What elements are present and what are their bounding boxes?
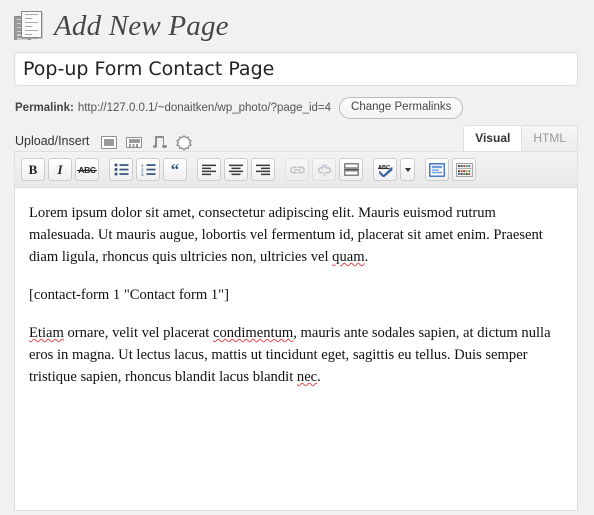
link-icon [289, 166, 305, 173]
tab-visual[interactable]: Visual [463, 125, 523, 151]
insert-link-button[interactable] [285, 158, 309, 181]
paragraph-3-text-d: . [317, 369, 321, 385]
misspelled-word-etiam: Etiam [29, 325, 64, 341]
unlink-icon [317, 163, 331, 176]
svg-text:3: 3 [141, 172, 144, 176]
svg-text:ABC: ABC [378, 165, 390, 171]
bullet-list-icon [114, 163, 128, 176]
content-paragraph-1: Lorem ipsum dolor sit amet, consectetur … [29, 202, 563, 268]
content-paragraph-2-shortcode: [contact-form 1 "Contact form 1"] [29, 287, 229, 303]
change-permalinks-button[interactable]: Change Permalinks [339, 97, 464, 119]
align-right-button[interactable] [251, 158, 275, 181]
add-video-icon[interactable] [126, 135, 143, 151]
blockquote-button[interactable]: “ [163, 158, 187, 181]
spellcheck-dropdown-button[interactable] [400, 158, 415, 181]
spellcheck-button[interactable]: ABC [373, 158, 397, 181]
fullscreen-icon [429, 162, 445, 177]
permalink-row: Permalink: http://127.0.0.1/~donaitken/w… [0, 86, 594, 121]
add-audio-icon[interactable] [151, 135, 167, 151]
align-center-button[interactable] [224, 158, 248, 181]
chevron-down-icon [404, 167, 411, 172]
fullscreen-button[interactable] [425, 158, 449, 181]
italic-button[interactable]: I [48, 158, 72, 181]
permalink-url: http://127.0.0.1/~donaitken/wp_photo/?pa… [77, 102, 332, 114]
ordered-list-button[interactable]: 1 2 3 [136, 158, 160, 181]
align-left-icon [202, 164, 216, 175]
kitchen-sink-button[interactable] [452, 158, 476, 181]
strikethrough-label: ABC [77, 164, 97, 175]
align-right-icon [256, 164, 270, 175]
add-media-icon[interactable] [176, 135, 193, 151]
align-left-button[interactable] [197, 158, 221, 181]
misspelled-word-condimentum: condimentum [212, 325, 294, 341]
page-document-icon [13, 10, 45, 42]
unordered-list-button[interactable] [109, 158, 133, 181]
post-title-input[interactable] [14, 52, 578, 86]
blockquote-label: “ [170, 159, 180, 179]
page-title: Add New Page [54, 9, 229, 42]
spellcheck-icon: ABC [377, 165, 392, 177]
bold-label: B [28, 161, 38, 177]
add-image-icon[interactable] [101, 135, 118, 151]
align-center-icon [229, 164, 243, 175]
upload-insert-label: Upload/Insert [15, 134, 90, 148]
media-icon-group [101, 135, 193, 151]
media-buttons-row: Upload/Insert Visual HTML [0, 121, 594, 151]
title-field-wrapper [0, 42, 594, 86]
unlink-button[interactable] [312, 158, 336, 181]
bold-button[interactable]: B [21, 158, 45, 181]
kitchen-sink-icon [455, 162, 473, 177]
paragraph-1-text-b: . [364, 249, 369, 265]
content-editor: B I ABC 1 2 3 “ ABC Lorem ipsum dolor si… [14, 151, 578, 511]
italic-label: I [57, 161, 63, 177]
paragraph-3-text-b: ornare, velit vel placerat [63, 325, 213, 341]
content-paragraph-3: Etiam ornare, velit vel placerat condime… [29, 322, 563, 388]
editor-mode-tabs: Visual HTML [463, 125, 578, 151]
insert-more-tag-button[interactable] [339, 158, 363, 181]
tab-html[interactable]: HTML [521, 125, 578, 151]
permalink-label: Permalink: [15, 102, 74, 114]
misspelled-word-nec: nec [296, 369, 318, 385]
editor-toolbar: B I ABC 1 2 3 “ ABC [15, 152, 577, 188]
strikethrough-button[interactable]: ABC [75, 158, 99, 181]
numbered-list-icon: 1 2 3 [141, 163, 155, 176]
paragraph-1-text-a: Lorem ipsum dolor sit amet, consectetur … [29, 205, 543, 265]
more-tag-icon [343, 163, 359, 176]
misspelled-word-quam: quam [332, 249, 365, 265]
editor-content-area[interactable]: Lorem ipsum dolor sit amet, consectetur … [15, 188, 577, 388]
page-header: Add New Page [0, 0, 594, 42]
